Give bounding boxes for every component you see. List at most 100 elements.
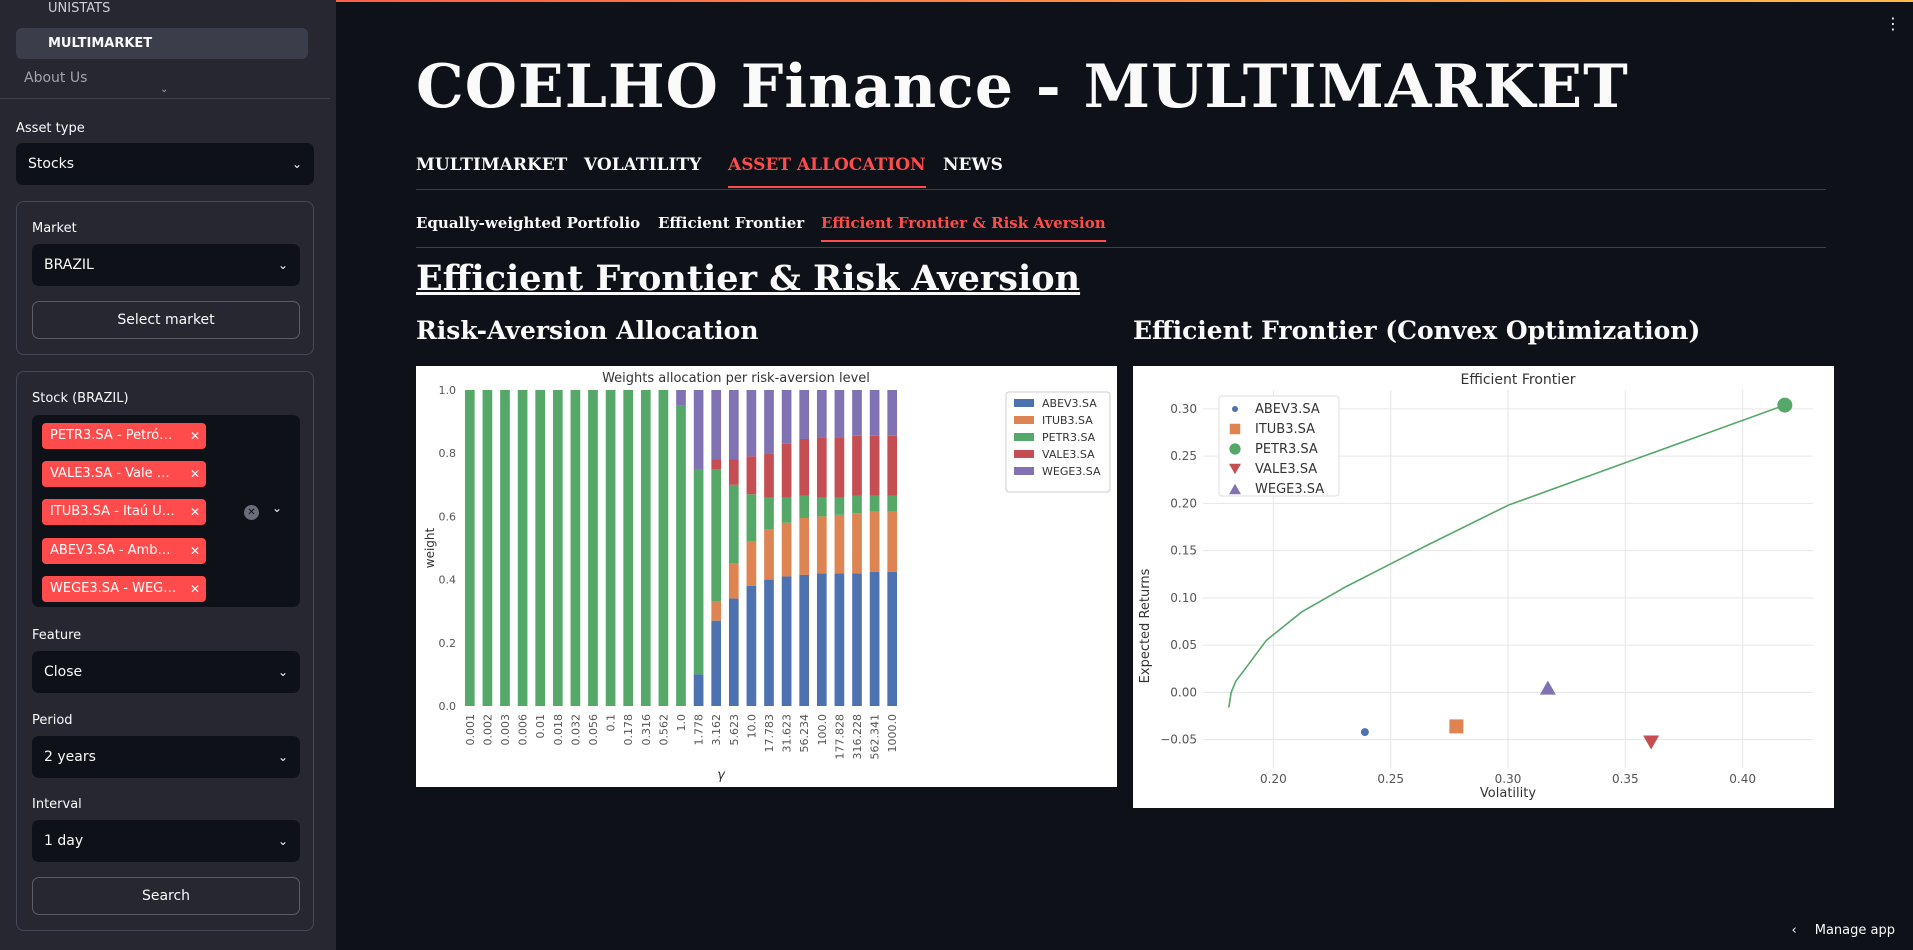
market-select[interactable]: BRAZIL ⌄ — [32, 244, 300, 286]
stock-tag-label: PETR3.SA - Petró… — [50, 428, 173, 443]
remove-icon[interactable]: ✕ — [190, 461, 200, 487]
bar-segment — [711, 469, 722, 602]
x-tick-label: 0.40 — [1729, 772, 1756, 786]
bar-segment — [570, 390, 581, 706]
bar-segment — [799, 495, 810, 518]
nav-unistats[interactable]: UNISTATS — [16, 0, 308, 24]
chevron-down-icon: ⌄ — [277, 258, 288, 272]
tab-multimarket[interactable]: MULTIMARKET — [416, 155, 567, 175]
y-tick-label: 0.4 — [439, 574, 457, 587]
x-tick-label: 316.228 — [851, 714, 864, 760]
y-tick-label: 0.00 — [1170, 685, 1197, 699]
bar-segment — [816, 516, 827, 574]
x-tick-label: 56.234 — [798, 714, 811, 753]
feature-select[interactable]: Close ⌄ — [32, 651, 300, 693]
y-tick-label: 0.10 — [1170, 591, 1197, 605]
x-tick-label: 0.002 — [481, 714, 494, 746]
legend-label: PETR3.SA — [1255, 442, 1318, 457]
x-tick-label: 177.828 — [833, 714, 846, 760]
legend-swatch — [1014, 399, 1034, 407]
chevron-down-icon[interactable]: ⌄ — [272, 501, 282, 515]
nav-about-us[interactable]: About Us — [24, 70, 87, 86]
tab-frontier-risk-aversion[interactable]: Efficient Frontier & Risk Aversion — [821, 214, 1106, 242]
market-label: Market — [32, 221, 77, 236]
bar-segment — [799, 574, 810, 706]
nav-multimarket[interactable]: MULTIMARKET — [16, 28, 308, 59]
bar-segment — [834, 390, 845, 438]
remove-icon[interactable]: ✕ — [190, 423, 200, 449]
stock-tag[interactable]: PETR3.SA - Petró… ✕ — [42, 423, 206, 449]
bar-segment — [852, 390, 862, 436]
stock-tag[interactable]: VALE3.SA - Vale … ✕ — [42, 461, 206, 487]
bar-segment — [852, 573, 862, 706]
stock-tag-label: WEGE3.SA - WEG… — [50, 581, 177, 596]
bar-segment — [728, 390, 739, 460]
bar-segment — [746, 390, 757, 457]
y-tick-label: 0.25 — [1170, 449, 1197, 463]
clear-all-icon[interactable]: ✕ — [244, 505, 259, 520]
stock-tag-label: ABEV3.SA - Amb… — [50, 543, 171, 558]
x-tick-label: 0.25 — [1377, 772, 1404, 786]
asset-type-select[interactable]: Stocks ⌄ — [16, 143, 314, 185]
stock-multiselect[interactable]: PETR3.SA - Petró… ✕ VALE3.SA - Vale … ✕ IT… — [32, 415, 300, 607]
select-market-button[interactable]: Select market — [32, 301, 300, 339]
y-tick-label: −0.05 — [1160, 733, 1197, 747]
more-options-icon[interactable]: ⋮ — [1885, 14, 1901, 33]
frontier-chart: Efficient Frontier 0.20 0.25 0.30 0.35 0.40 −0… — [1133, 366, 1834, 808]
tab-news[interactable]: NEWS — [943, 155, 1003, 175]
tab-efficient-frontier[interactable]: Efficient Frontier — [658, 214, 804, 232]
bar-segment — [764, 529, 774, 580]
remove-icon[interactable]: ✕ — [190, 538, 200, 564]
bar-segment — [746, 585, 757, 706]
chevron-down-icon[interactable]: ⌄ — [160, 84, 168, 95]
search-button[interactable]: Search — [32, 877, 300, 915]
bar-segment — [552, 390, 563, 706]
sidebar-divider — [0, 98, 330, 99]
interval-select[interactable]: 1 day ⌄ — [32, 820, 300, 862]
stock-tag-label: VALE3.SA - Vale … — [50, 466, 170, 481]
bar-segment — [852, 513, 862, 574]
legend-label: WEGE3.SA — [1255, 482, 1324, 497]
interval-label: Interval — [32, 797, 82, 812]
tab-volatility[interactable]: VOLATILITY — [584, 155, 701, 175]
chevron-down-icon: ⌄ — [277, 834, 288, 848]
stock-tag[interactable]: ABEV3.SA - Amb… ✕ — [42, 538, 206, 564]
bar-segment — [482, 390, 493, 706]
y-tick-label: 0.05 — [1170, 638, 1197, 652]
remove-icon[interactable]: ✕ — [190, 499, 200, 525]
tab-equally-weighted[interactable]: Equally-weighted Portfolio — [416, 214, 640, 232]
legend-label: VALE3.SA — [1042, 448, 1095, 461]
stock-tag[interactable]: WEGE3.SA - WEG… ✕ — [42, 576, 206, 602]
allocation-chart-svg: Weights allocation per risk-aversion lev… — [423, 371, 1111, 783]
x-tick-label: 0.1 — [605, 714, 618, 732]
tab-asset-allocation[interactable]: ASSET ALLOCATION — [728, 155, 926, 188]
chevron-down-icon: ⌄ — [277, 750, 288, 764]
bar-segment — [764, 453, 774, 498]
x-tick-label: 0.003 — [499, 714, 512, 746]
bar-segment — [816, 573, 827, 706]
legend-label: PETR3.SA — [1042, 431, 1096, 444]
x-tick-label: 0.30 — [1495, 772, 1522, 786]
x-tick-label: 562.341 — [869, 714, 882, 760]
stock-tag[interactable]: ITUB3.SA - Itaú U… ✕ — [42, 499, 206, 525]
stock-tag-label: ITUB3.SA - Itaú U… — [50, 504, 175, 519]
x-tick-label: 0.20 — [1260, 772, 1287, 786]
x-tick-label: 0.562 — [657, 714, 670, 746]
manage-app-button[interactable]: ‹ Manage app — [1792, 923, 1895, 938]
y-axis-label: Expected Returns — [1138, 568, 1153, 683]
legend-swatch — [1014, 450, 1034, 458]
bar-segment — [799, 438, 810, 496]
bar-segment — [764, 497, 774, 530]
legend-label: VALE3.SA — [1255, 462, 1317, 477]
period-select[interactable]: 2 years ⌄ — [32, 736, 300, 778]
y-tick-label: 0.15 — [1170, 544, 1197, 558]
legend-label: ABEV3.SA — [1255, 402, 1320, 417]
interval-value: 1 day — [44, 833, 84, 849]
x-axis-label: γ — [717, 768, 726, 783]
remove-icon[interactable]: ✕ — [190, 576, 200, 602]
bar-segment — [816, 390, 827, 438]
x-tick-label: 100.0 — [816, 714, 829, 746]
period-label: Period — [32, 713, 73, 728]
bar-segment — [799, 517, 810, 575]
x-tick-label: 1000.0 — [886, 714, 899, 753]
